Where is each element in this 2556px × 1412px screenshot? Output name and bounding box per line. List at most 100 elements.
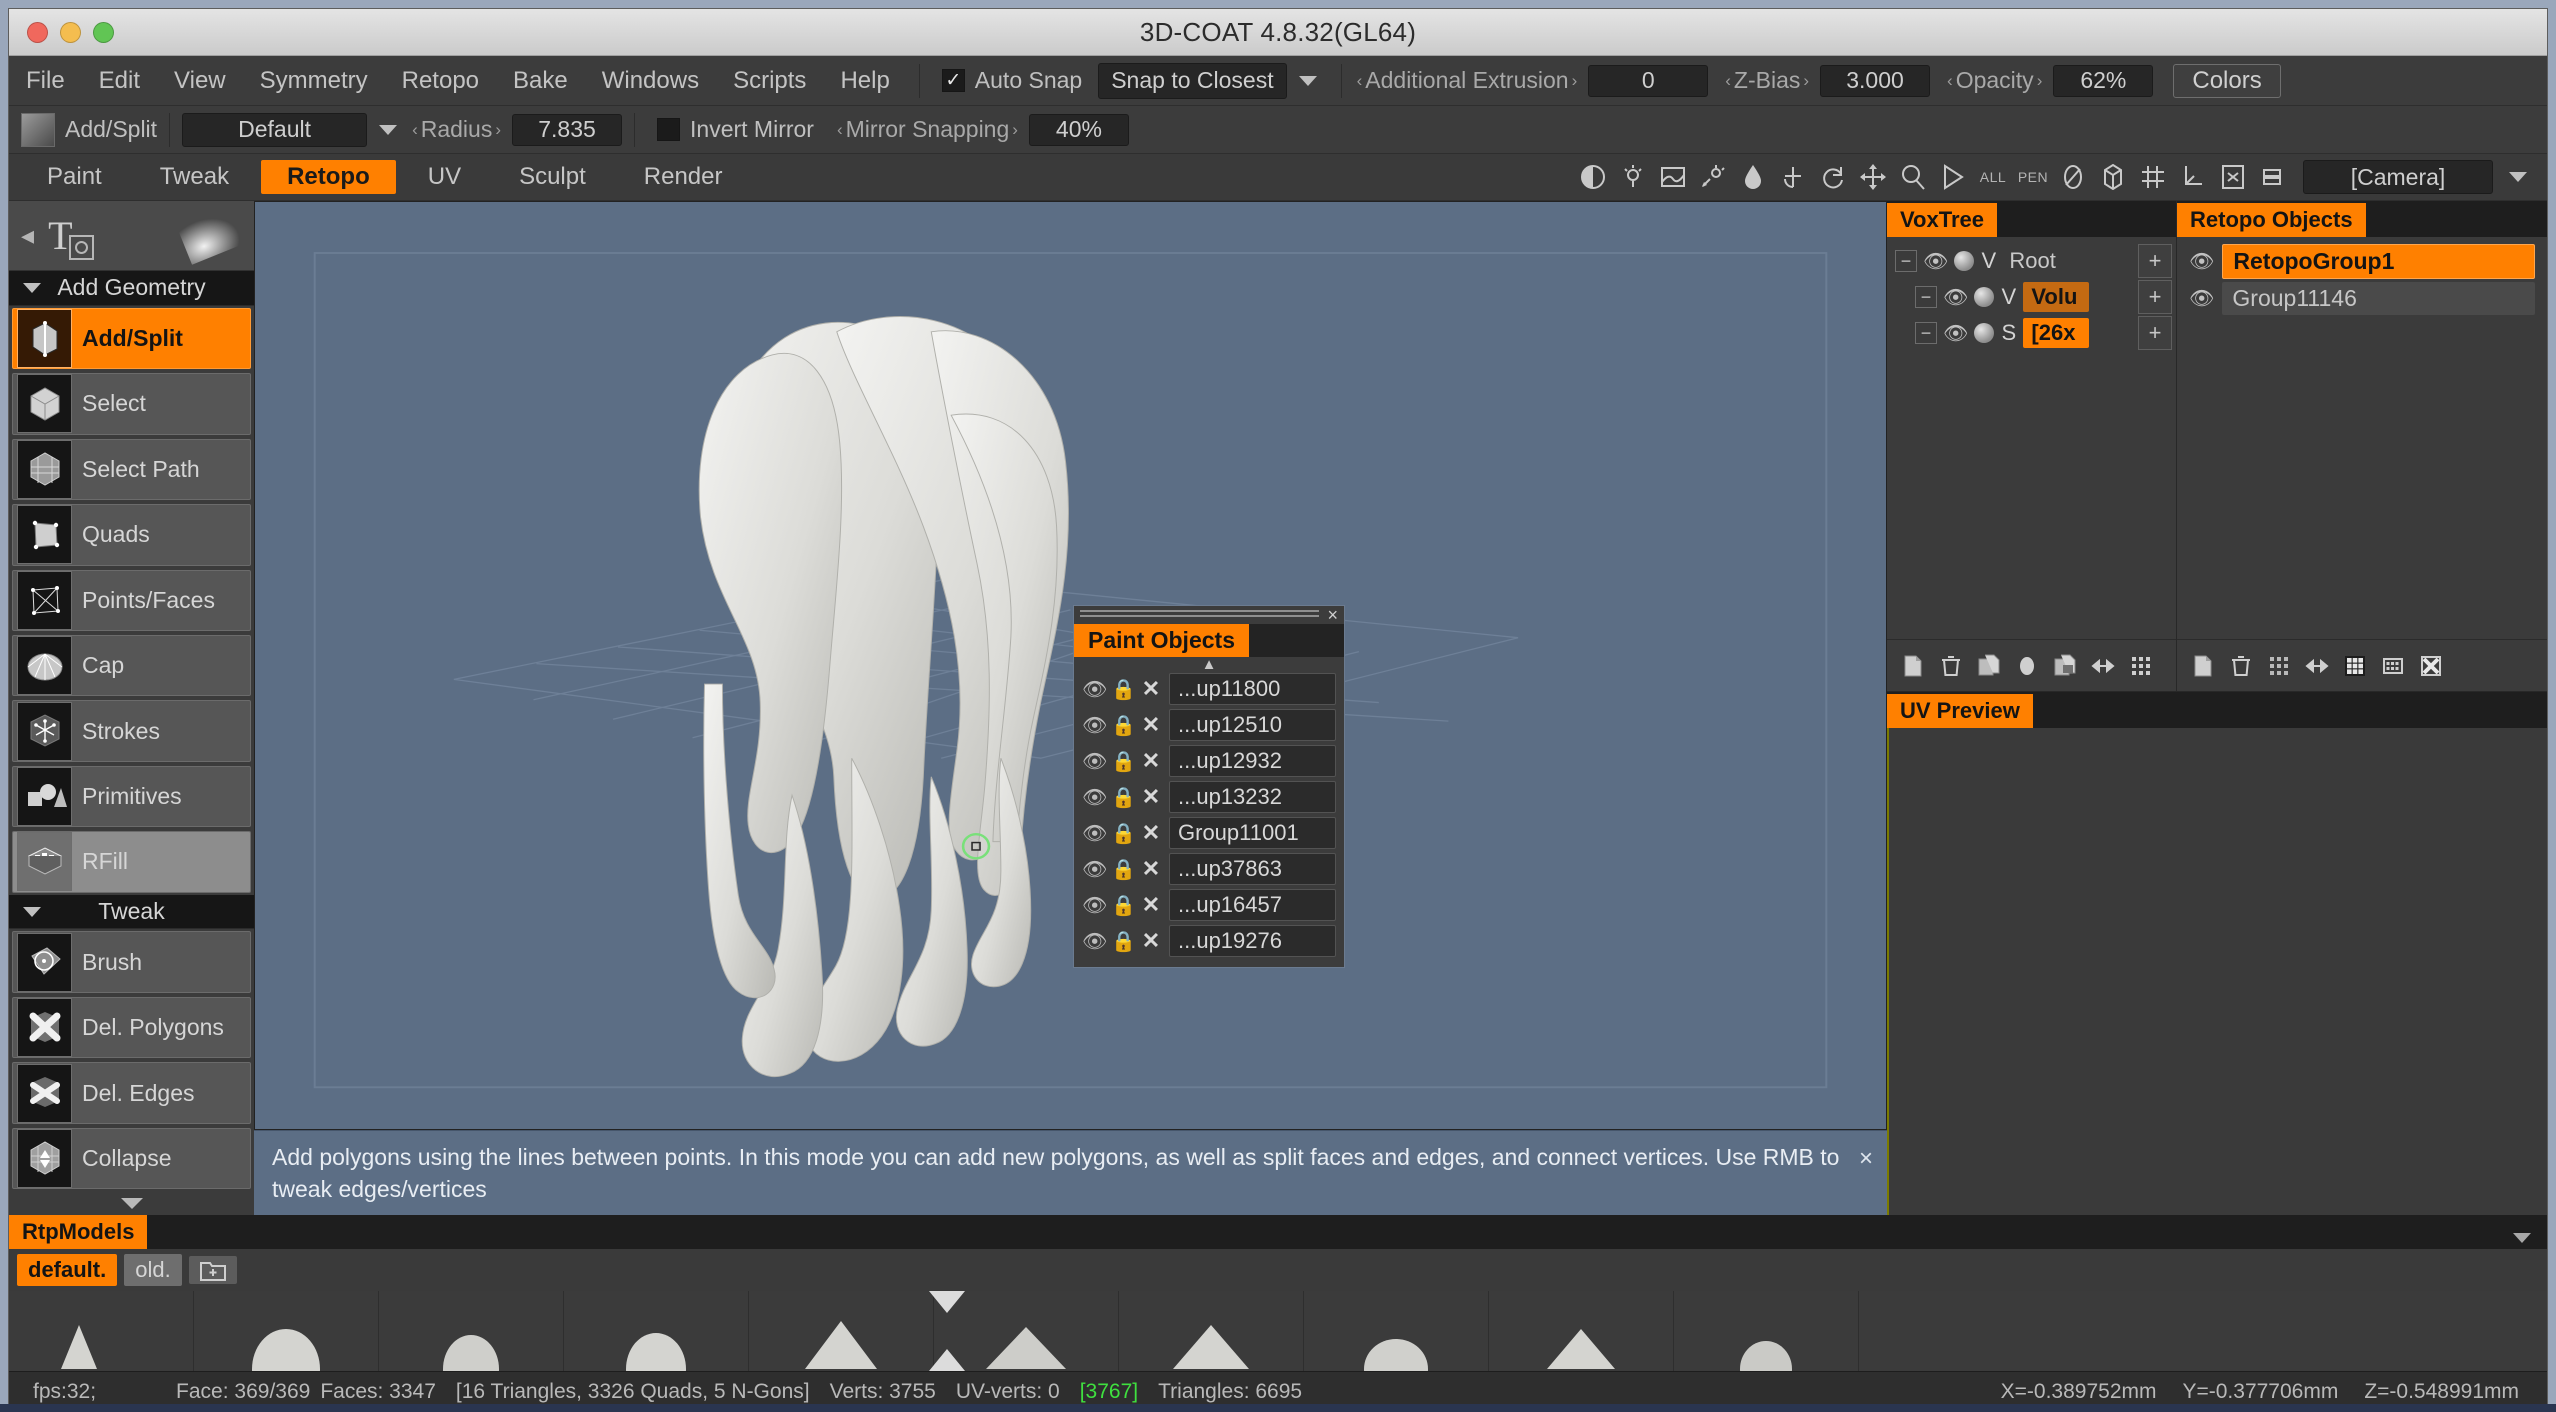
- extrusion-inc-arrow[interactable]: ›: [1569, 71, 1581, 91]
- paint-object-row[interactable]: 👁 🔒 ✕ ...up19276: [1074, 923, 1344, 967]
- zbias-inc-arrow[interactable]: ›: [1800, 71, 1812, 91]
- gallery-item[interactable]: [379, 1291, 564, 1371]
- lock-icon[interactable]: 🔒: [1111, 893, 1133, 918]
- tool-del-polygons[interactable]: Del. Polygons: [12, 997, 251, 1058]
- opacity-inc-arrow[interactable]: ›: [2034, 71, 2046, 91]
- cylinder-icon[interactable]: [2095, 160, 2131, 194]
- expand-toggle[interactable]: −: [1915, 322, 1937, 344]
- paint-object-name[interactable]: Group11001: [1169, 817, 1336, 849]
- mirror-snapping-inc-arrow[interactable]: ›: [1009, 120, 1021, 140]
- tool-select-path[interactable]: Select Path: [12, 439, 251, 500]
- tab-rtpmodels[interactable]: RtpModels: [9, 1215, 147, 1249]
- duplicate-icon[interactable]: [1975, 652, 2003, 680]
- menu-view[interactable]: View: [157, 56, 243, 106]
- grid-icon[interactable]: [2265, 652, 2293, 680]
- menu-edit[interactable]: Edit: [82, 56, 157, 106]
- invert-mirror-toggle[interactable]: Invert Mirror: [647, 116, 820, 143]
- paint-object-row[interactable]: 👁 🔒 ✕ ...up12510: [1074, 707, 1344, 743]
- voxtree-name[interactable]: Volu: [2023, 282, 2089, 312]
- camera-dropdown[interactable]: [Camera]: [2303, 160, 2493, 194]
- paint-object-row[interactable]: 👁 🔒 ✕ ...up13232: [1074, 779, 1344, 815]
- retopo-object-row[interactable]: 👁 Group11146: [2181, 280, 2543, 317]
- pen-icon[interactable]: PEN: [2015, 160, 2051, 194]
- paint-object-row[interactable]: 👁 🔒 ✕ ...up37863: [1074, 851, 1344, 887]
- add-layer-button[interactable]: +: [2138, 316, 2172, 350]
- eye-icon[interactable]: 👁: [1943, 321, 1968, 346]
- delete-icon[interactable]: ✕: [1140, 712, 1162, 738]
- snap-mode-dropdown[interactable]: Snap to Closest: [1098, 63, 1286, 99]
- eye-icon[interactable]: 👁: [1082, 677, 1104, 702]
- lock-icon[interactable]: 🔒: [1111, 677, 1133, 702]
- panel-drag-handle[interactable]: ×: [1074, 606, 1344, 624]
- mirror-snapping-dec-arrow[interactable]: ‹: [834, 120, 846, 140]
- paint-object-name[interactable]: ...up11800: [1169, 673, 1336, 705]
- grid-icon[interactable]: [2135, 160, 2171, 194]
- folder-chip-old[interactable]: old.: [124, 1254, 181, 1286]
- preset-dropdown[interactable]: Default: [182, 113, 367, 147]
- delete-icon[interactable]: ✕: [1140, 676, 1162, 702]
- paint-object-row[interactable]: 👁 🔒 ✕ ...up11800: [1074, 671, 1344, 707]
- new-layer-icon[interactable]: [2189, 652, 2217, 680]
- paint-object-name[interactable]: ...up12932: [1169, 745, 1336, 777]
- menu-retopo[interactable]: Retopo: [385, 56, 496, 106]
- eye-icon[interactable]: 👁: [1943, 285, 1968, 310]
- tool-collapse[interactable]: Collapse: [12, 1128, 251, 1189]
- chevron-down-icon[interactable]: [1299, 76, 1317, 86]
- zoom-icon[interactable]: [1895, 160, 1931, 194]
- voxtree-row-root[interactable]: − 👁 V Root +: [1891, 243, 2172, 279]
- tab-voxtree[interactable]: VoxTree: [1887, 203, 1997, 237]
- fullscreen-icon[interactable]: [2215, 160, 2251, 194]
- paint-object-name[interactable]: ...up13232: [1169, 781, 1336, 813]
- environment-icon[interactable]: [1655, 160, 1691, 194]
- retopo-object-row[interactable]: 👁 RetopoGroup1: [2181, 243, 2543, 280]
- voxtree-list[interactable]: − 👁 V Root + − 👁 V Volu: [1887, 237, 2176, 639]
- menu-file[interactable]: File: [9, 56, 82, 106]
- new-layer-icon[interactable]: [1899, 652, 1927, 680]
- menu-help[interactable]: Help: [823, 56, 906, 106]
- tab-uv-preview[interactable]: UV Preview: [1887, 694, 2033, 728]
- uv-preview-canvas[interactable]: [1887, 728, 2547, 1215]
- all-icon[interactable]: ALL: [1975, 160, 2011, 194]
- tool-primitives[interactable]: Primitives: [12, 766, 251, 827]
- gallery-item[interactable]: [564, 1291, 749, 1371]
- tool-quads[interactable]: Quads: [12, 504, 251, 565]
- eye-icon[interactable]: 👁: [2189, 286, 2214, 311]
- drop-icon[interactable]: [1735, 160, 1771, 194]
- delete-icon[interactable]: ✕: [1140, 856, 1162, 882]
- delete-icon[interactable]: ✕: [1140, 820, 1162, 846]
- rotate-icon[interactable]: [1815, 160, 1851, 194]
- tab-tweak[interactable]: Tweak: [134, 160, 255, 194]
- anchor-icon[interactable]: [1775, 160, 1811, 194]
- scroll-up-icon[interactable]: ▲: [1074, 657, 1344, 671]
- section-tweak[interactable]: Tweak: [9, 895, 254, 930]
- lock-icon[interactable]: 🔒: [1111, 749, 1133, 774]
- eye-icon[interactable]: 👁: [1082, 821, 1104, 846]
- extrusion-dec-arrow[interactable]: ‹: [1354, 71, 1366, 91]
- light2-icon[interactable]: [1695, 160, 1731, 194]
- opacity-dec-arrow[interactable]: ‹: [1944, 71, 1956, 91]
- section-add-geometry[interactable]: Add Geometry: [9, 271, 254, 306]
- gallery-item[interactable]: [1119, 1291, 1304, 1371]
- additional-extrusion-field[interactable]: 0: [1588, 65, 1708, 97]
- auto-snap-toggle[interactable]: ✓ Auto Snap: [932, 67, 1088, 94]
- eye-icon[interactable]: 👁: [1082, 713, 1104, 738]
- tab-retopo-objects[interactable]: Retopo Objects: [2177, 203, 2366, 237]
- folder-chip-default[interactable]: default.: [17, 1254, 117, 1286]
- voxtree-row-volume[interactable]: − 👁 V Volu +: [1891, 279, 2172, 315]
- add-folder-icon[interactable]: [189, 1256, 237, 1284]
- add-layer-button[interactable]: +: [2138, 244, 2172, 278]
- gallery-item[interactable]: [1674, 1291, 1859, 1371]
- menu-bake[interactable]: Bake: [496, 56, 585, 106]
- grid-filled-icon[interactable]: [2341, 652, 2369, 680]
- voxtree-name[interactable]: [26x: [2023, 318, 2089, 348]
- collapse-left-icon[interactable]: ◂: [21, 220, 34, 251]
- delete-icon[interactable]: [1937, 652, 1965, 680]
- chevron-down-icon[interactable]: [2509, 172, 2527, 182]
- paint-object-name[interactable]: ...up37863: [1169, 853, 1336, 885]
- 3d-viewport[interactable]: × Paint Objects ▲ 👁 🔒 ✕ ...up11800 👁: [254, 201, 1887, 1130]
- auto-snap-checkbox[interactable]: ✓: [942, 69, 965, 92]
- radius-field[interactable]: 7.835: [512, 114, 622, 146]
- radius-inc-arrow[interactable]: ›: [492, 120, 504, 140]
- zbias-field[interactable]: 3.000: [1820, 65, 1930, 97]
- voxtree-row-surface[interactable]: − 👁 S [26x +: [1891, 315, 2172, 351]
